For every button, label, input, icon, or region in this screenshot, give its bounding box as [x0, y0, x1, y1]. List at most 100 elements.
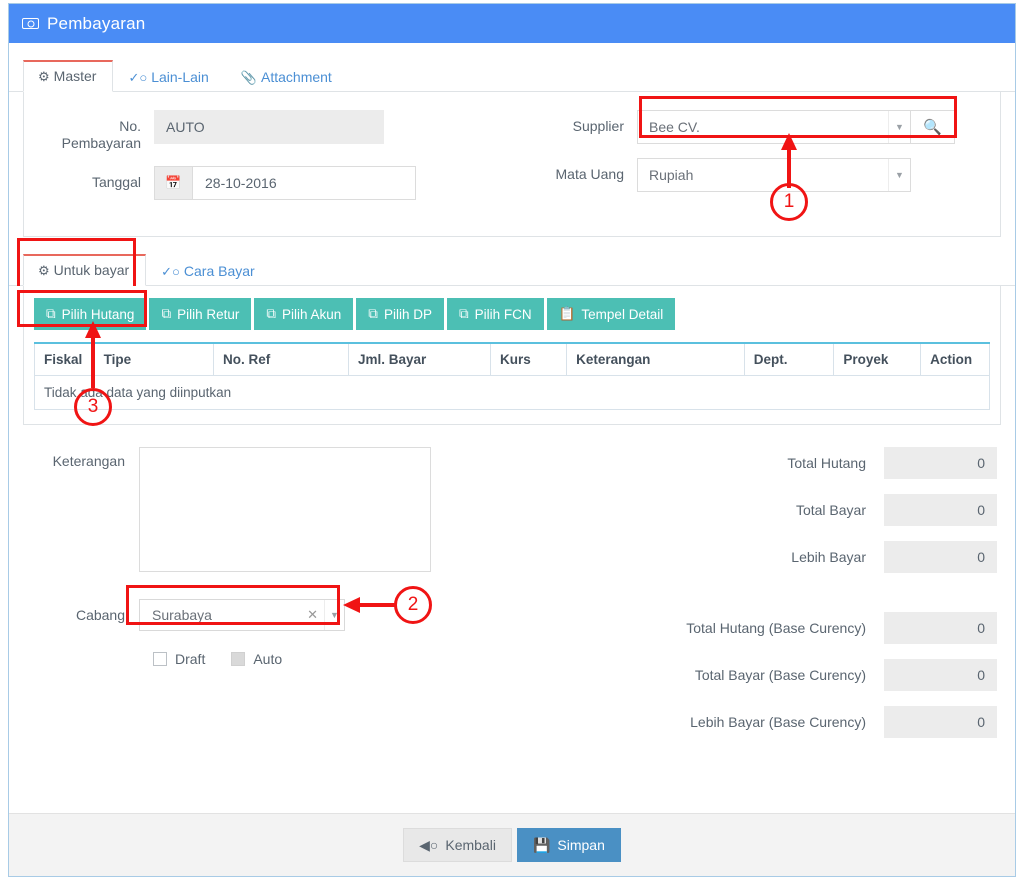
tanggal-input[interactable]: 28-10-2016	[193, 167, 415, 199]
col-no-ref[interactable]: No. Ref	[213, 342, 349, 376]
tanggal-label: Tanggal	[91, 174, 141, 190]
main-panel: Pembayaran ⚙ Master ✓○ Lain-Lain 📎 Attac…	[8, 3, 1016, 877]
col-keterangan[interactable]: Keterangan	[566, 342, 745, 376]
lebih-bayar-base-label: Lebih Bayar (Base Curency)	[690, 714, 866, 730]
close-icon[interactable]: ✕	[307, 607, 318, 623]
annotation-3-number: 3	[87, 396, 99, 417]
detail-grid-body: Tidak ada data yang diinputkan	[34, 375, 990, 410]
paperclip-icon: 📎	[240, 69, 257, 85]
annotation-badge-2: 2	[394, 586, 432, 624]
keterangan-textarea[interactable]	[139, 447, 431, 572]
supplier-select[interactable]: Bee CV. ▼	[637, 110, 911, 144]
payment-form-screen: Pembayaran ⚙ Master ✓○ Lain-Lain 📎 Attac…	[0, 0, 1024, 887]
tanggal-input-group[interactable]: 📅 28-10-2016	[154, 166, 416, 200]
mata-uang-select[interactable]: Rupiah ▼	[637, 158, 911, 192]
tab-master[interactable]: ⚙ Master	[23, 60, 114, 92]
tab-master-label: Master	[53, 68, 97, 84]
lower-left: Keterangan Cabang Surabaya ✕ ▼ Draft Aut…	[27, 447, 457, 753]
detail-grid: Fiskal Tipe No. Ref Jml. Bayar Kurs Kete…	[34, 342, 990, 410]
draft-checkbox[interactable]	[153, 652, 167, 666]
kembali-label: Kembali	[445, 837, 496, 853]
tab-attachment[interactable]: 📎 Attachment	[226, 62, 349, 92]
field-row-keterangan: Keterangan	[27, 447, 457, 572]
col-tipe[interactable]: Tipe	[93, 342, 215, 376]
supplier-value: Bee CV.	[649, 119, 700, 135]
pilih-hutang-label: Pilih Hutang	[61, 306, 135, 322]
pilih-retur-button[interactable]: ⧉ Pilih Retur	[149, 298, 252, 330]
supplier-input-group: Bee CV. ▼ 🔍	[637, 110, 955, 144]
detail-pane: ⧉ Pilih Hutang ⧉ Pilih Retur ⧉ Pilih Aku…	[23, 286, 1001, 425]
col-proyek[interactable]: Proyek	[833, 342, 922, 376]
pilih-hutang-button[interactable]: ⧉ Pilih Hutang	[34, 298, 147, 330]
pilih-akun-label: Pilih Akun	[282, 306, 342, 322]
master-right-column: Supplier Bee CV. ▼ 🔍 Mata Uang Rupiah ▼	[512, 110, 1000, 214]
col-dept[interactable]: Dept.	[743, 342, 835, 376]
tab-lain-lain-label: Lain-Lain	[151, 69, 209, 85]
chevron-down-icon[interactable]: ▼	[888, 111, 910, 143]
field-row-tanggal: Tanggal 📅 28-10-2016	[24, 166, 512, 200]
col-jml-bayar[interactable]: Jml. Bayar	[347, 342, 491, 376]
total-hutang-base-value: 0	[884, 612, 997, 644]
check-circle-icon: ✓○	[161, 263, 180, 279]
total-hutang-base-label: Total Hutang (Base Curency)	[686, 620, 866, 636]
detail-tab-strip: ⚙ Untuk bayar ✓○ Cara Bayar	[9, 252, 1015, 286]
supplier-search-button[interactable]: 🔍	[911, 110, 955, 144]
kembali-button[interactable]: ◀○ Kembali	[403, 828, 512, 862]
chevron-down-icon[interactable]: ▼	[324, 600, 344, 630]
simpan-label: Simpan	[557, 837, 605, 853]
lower-section: Keterangan Cabang Surabaya ✕ ▼ Draft Aut…	[9, 447, 1015, 753]
auto-checkbox	[231, 652, 246, 666]
clone-icon: ⧉	[458, 306, 469, 321]
master-left-column: No. Pembayaran AUTO Tanggal 📅 28-10-2016	[24, 110, 512, 214]
search-icon: 🔍	[923, 119, 942, 136]
total-row-total-bayar: Total Bayar 0	[457, 494, 997, 526]
mata-uang-label: Mata Uang	[555, 166, 624, 182]
cabang-select[interactable]: Surabaya ✕ ▼	[139, 599, 345, 631]
checkbox-row: Draft Auto	[27, 651, 457, 667]
empty-message: Tidak ada data yang diinputkan	[34, 375, 990, 410]
col-kurs[interactable]: Kurs	[489, 342, 568, 376]
lebih-bayar-base-value: 0	[884, 706, 997, 738]
tab-untuk-bayar-label: Untuk bayar	[53, 262, 130, 278]
calendar-icon[interactable]: 📅	[155, 167, 193, 199]
tempel-detail-button[interactable]: 📋 Tempel Detail	[546, 298, 676, 330]
page-title: Pembayaran	[47, 13, 146, 33]
auto-label: Auto	[253, 651, 283, 667]
col-fiskal[interactable]: Fiskal	[34, 342, 95, 376]
draft-label: Draft	[175, 651, 206, 667]
no-pembayaran-label-line2: Pembayaran	[61, 135, 141, 151]
pilih-retur-label: Pilih Retur	[177, 306, 240, 322]
no-pembayaran-label-line1: No.	[119, 118, 141, 134]
pilih-dp-button[interactable]: ⧉ Pilih DP	[356, 298, 444, 330]
total-bayar-label: Total Bayar	[795, 502, 866, 518]
field-row-cabang: Cabang Surabaya ✕ ▼	[27, 599, 457, 631]
clone-icon: ⧉	[368, 306, 378, 321]
pilih-fcn-label: Pilih FCN	[474, 306, 532, 322]
simpan-button[interactable]: 💾 Simpan	[516, 828, 621, 862]
no-pembayaran-label: No. Pembayaran	[24, 110, 154, 152]
pilih-akun-button[interactable]: ⧉ Pilih Akun	[254, 298, 354, 330]
floppy-disk-icon: 💾	[532, 836, 551, 853]
master-pane: No. Pembayaran AUTO Tanggal 📅 28-10-2016…	[23, 92, 1001, 237]
total-row-total-bayar-base: Total Bayar (Base Curency) 0	[457, 659, 997, 691]
annotation-badge-3: 3	[74, 388, 112, 426]
cogs-icon: ⚙	[38, 68, 50, 84]
detail-toolbar: ⧉ Pilih Hutang ⧉ Pilih Retur ⧉ Pilih Aku…	[34, 298, 990, 330]
arrow-circle-left-icon: ◀○	[419, 836, 439, 853]
paste-icon: 📋	[558, 306, 576, 321]
field-row-supplier: Supplier Bee CV. ▼ 🔍	[512, 110, 1000, 144]
col-action[interactable]: Action	[920, 342, 990, 376]
chevron-down-icon[interactable]: ▼	[888, 159, 910, 191]
tab-lain-lain[interactable]: ✓○ Lain-Lain	[113, 62, 225, 92]
tab-cara-bayar[interactable]: ✓○ Cara Bayar	[146, 256, 272, 286]
clone-icon: ⧉	[161, 306, 172, 321]
keterangan-label: Keterangan	[52, 453, 125, 469]
tab-untuk-bayar[interactable]: ⚙ Untuk bayar	[23, 254, 147, 286]
no-pembayaran-input: AUTO	[154, 110, 384, 144]
annotation-1-number: 1	[783, 191, 795, 212]
table-header-row: Fiskal Tipe No. Ref Jml. Bayar Kurs Kete…	[34, 342, 990, 376]
draft-checkbox-wrap[interactable]: Draft	[153, 651, 205, 667]
pilih-fcn-button[interactable]: ⧉ Pilih FCN	[446, 298, 544, 330]
mata-uang-value: Rupiah	[649, 167, 694, 183]
form-body: ⚙ Master ✓○ Lain-Lain 📎 Attachment No. P…	[9, 58, 1015, 753]
